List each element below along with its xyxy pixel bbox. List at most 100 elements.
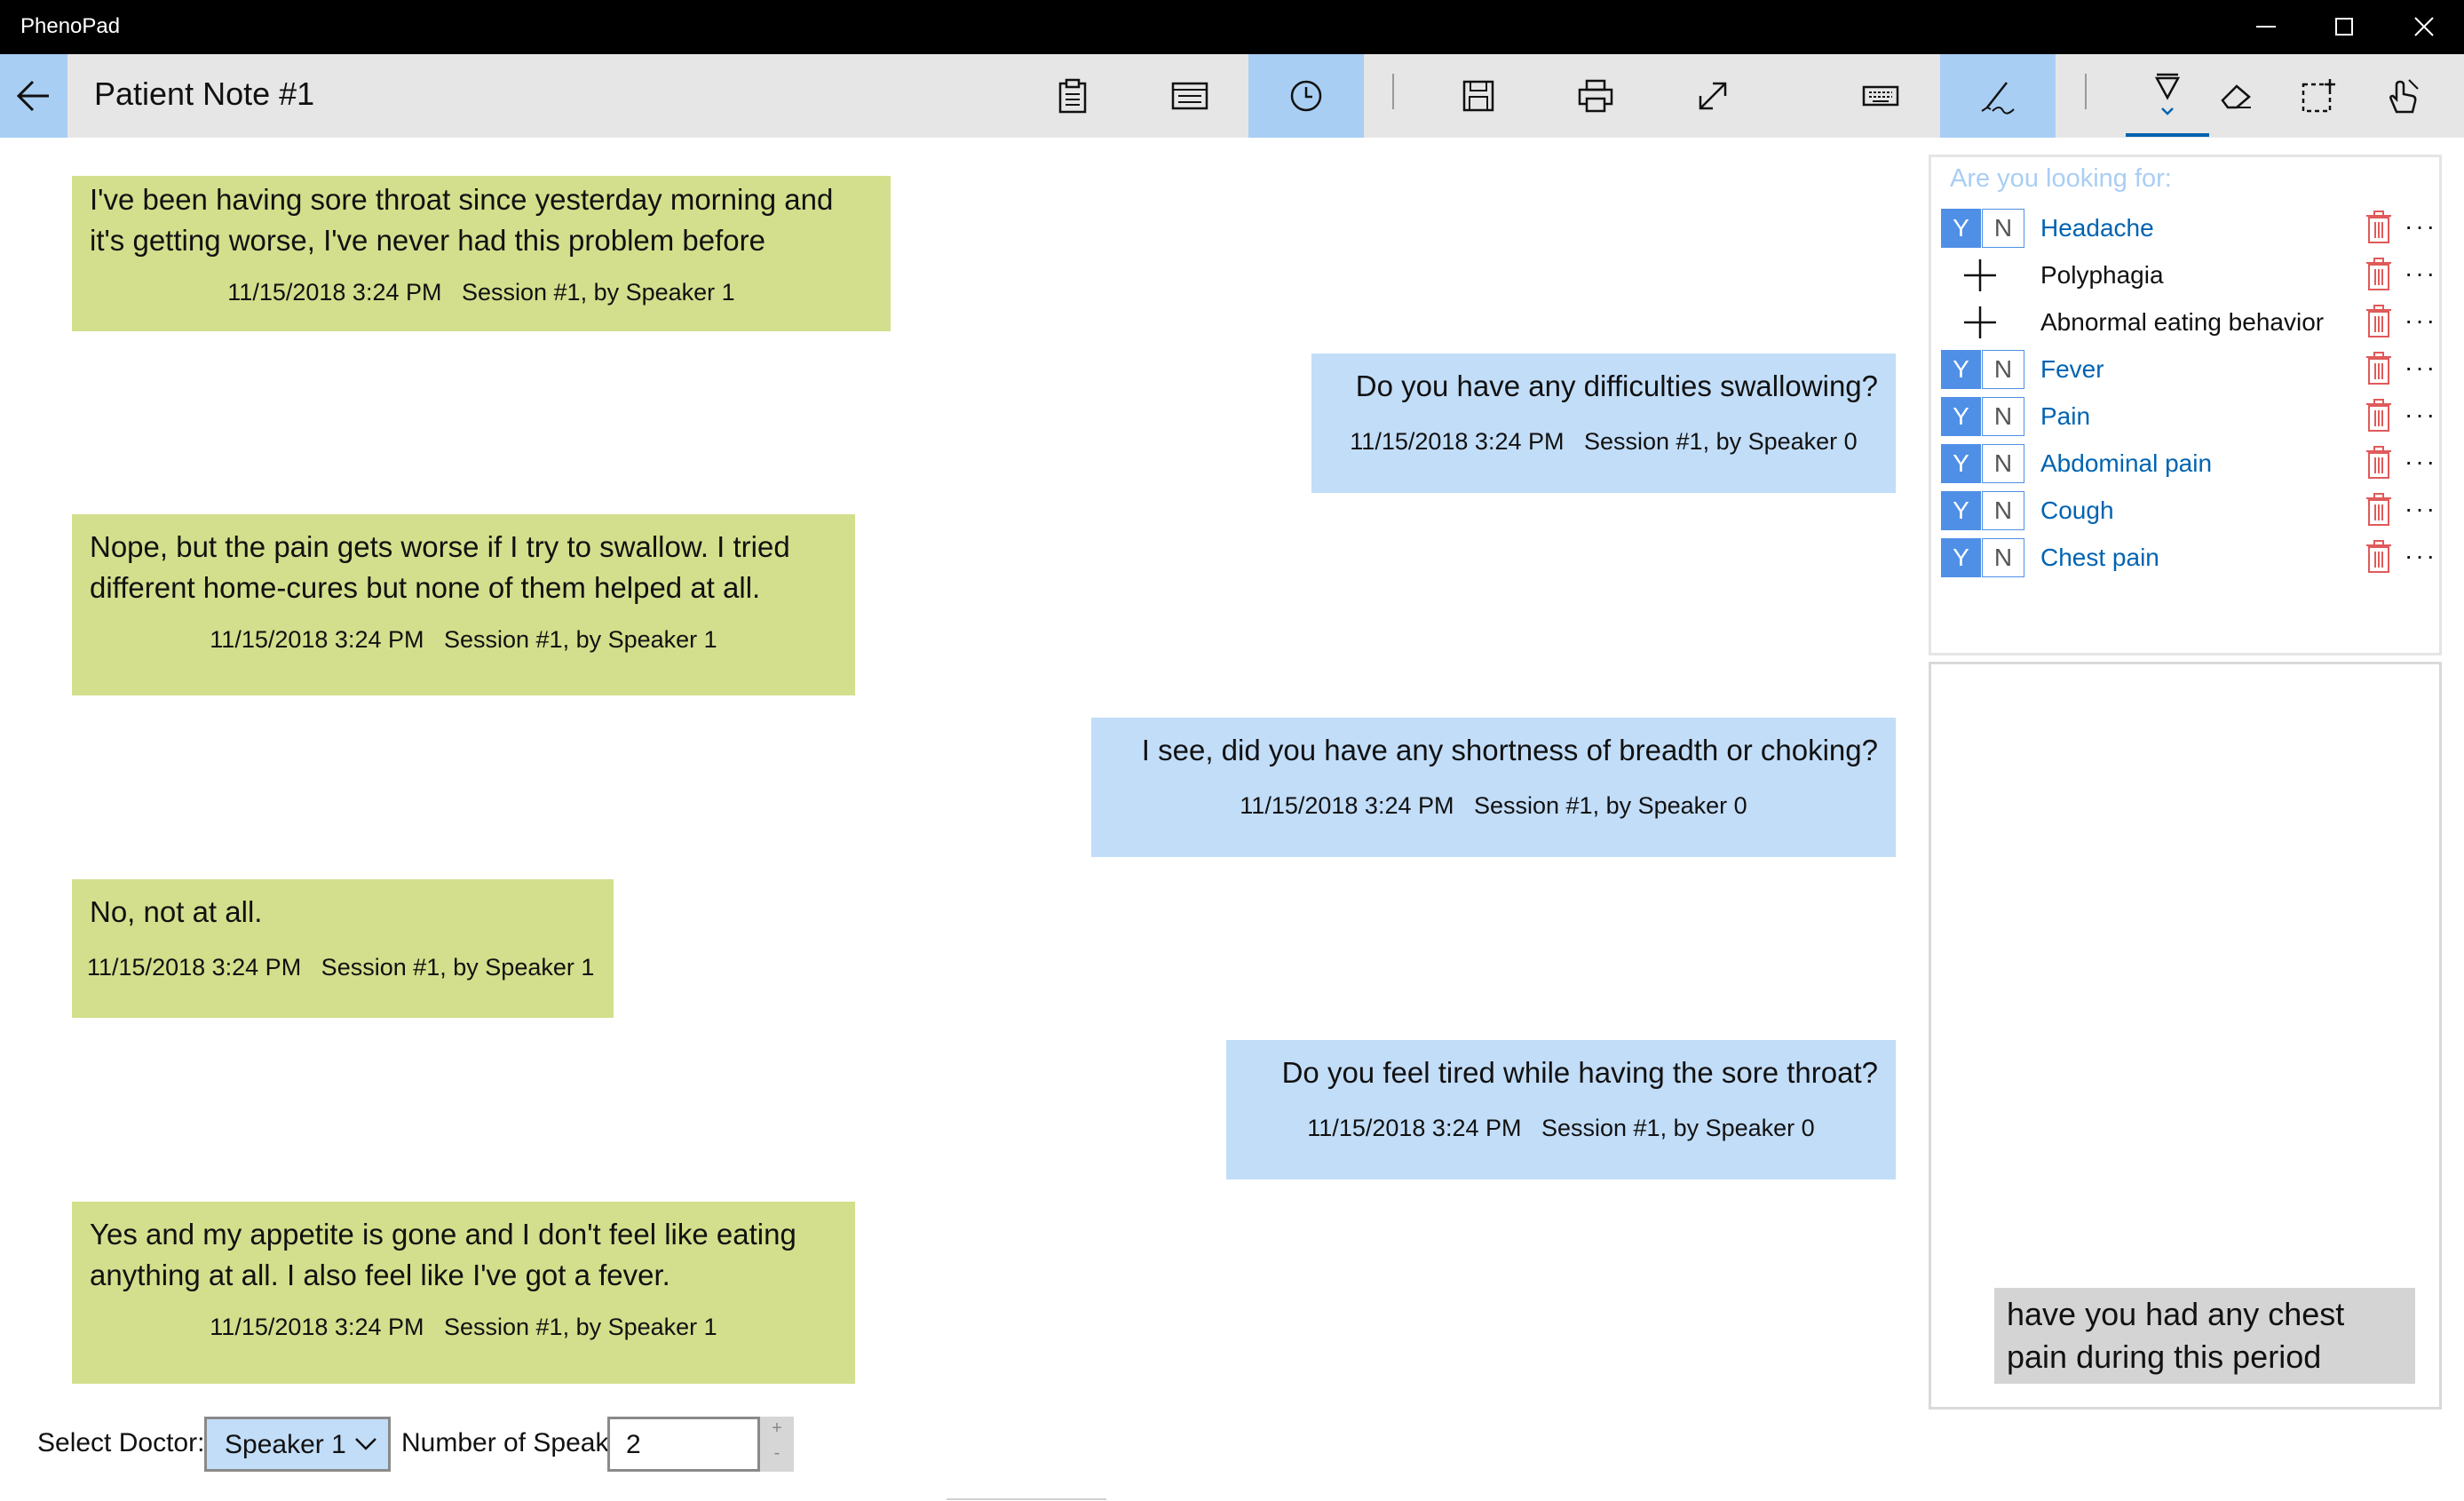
message-text: Yes and my appetite is gone and I don't … (90, 1218, 796, 1291)
phenotype-label[interactable]: Polyphagia (2040, 261, 2164, 290)
print-icon (1578, 79, 1613, 113)
more-options-icon[interactable]: ··· (2405, 401, 2437, 429)
more-options-icon[interactable]: ··· (2405, 353, 2437, 382)
command-bar: Patient Note #1 (0, 54, 2464, 138)
scroll-indicator (947, 1498, 1106, 1500)
phenotype-label[interactable]: Abnormal eating behavior (2040, 308, 2324, 337)
yes-toggle[interactable]: Y (1941, 209, 1981, 248)
more-options-icon[interactable]: ··· (2405, 448, 2437, 476)
close-icon (2414, 17, 2434, 36)
phenotype-row: Y N Cough ··· (1941, 491, 2438, 534)
clock-icon (1290, 80, 1322, 112)
trash-icon[interactable] (2365, 540, 2392, 574)
yes-toggle[interactable]: Y (1941, 397, 1981, 436)
question-suggestion[interactable]: have you had any chest pain during this … (1994, 1288, 2415, 1384)
window-title-bar: PhenoPad (0, 0, 2464, 54)
patient-message: No, not at all. 11/15/2018 3:24 PM Sessi… (72, 879, 614, 1018)
doctor-message: I see, did you have any shortness of bre… (1091, 718, 1896, 857)
message-meta: 11/15/2018 3:24 PM Session #1, by Speake… (210, 1314, 717, 1340)
dropdown-value: Speaker 1 (225, 1430, 346, 1459)
more-options-icon[interactable]: ··· (2405, 212, 2437, 241)
phenotype-suggestion-panel: Are you looking for: Y N Headache ··· Po… (1929, 155, 2442, 655)
phenotype-label[interactable]: Chest pain (2040, 544, 2159, 572)
add-icon[interactable] (1962, 305, 1998, 340)
handwriting-icon (1981, 82, 2015, 115)
phenotype-label[interactable]: Abdominal pain (2040, 449, 2212, 478)
keyboard-button[interactable] (1823, 54, 1938, 138)
save-icon (1462, 80, 1494, 112)
no-toggle[interactable]: N (1982, 491, 2024, 530)
phenotype-label[interactable]: Pain (2040, 402, 2090, 431)
phenotype-row: Y N Chest pain ··· (1941, 538, 2438, 581)
keyboard-notes-button[interactable] (1132, 54, 1248, 138)
more-options-icon[interactable]: ··· (2405, 259, 2437, 288)
history-button[interactable] (1248, 54, 1364, 138)
yes-toggle[interactable]: Y (1941, 538, 1981, 577)
no-toggle[interactable]: N (1982, 350, 2024, 389)
doctor-message: Do you have any difficulties swallowing?… (1311, 353, 1896, 493)
yes-toggle[interactable]: Y (1941, 444, 1981, 483)
no-toggle[interactable]: N (1982, 397, 2024, 436)
no-toggle[interactable]: N (1982, 444, 2024, 483)
stepper-increment-icon[interactable]: + (760, 1418, 794, 1439)
trash-icon[interactable] (2365, 352, 2392, 385)
trash-icon[interactable] (2365, 493, 2392, 527)
yn-toggle: Y N (1941, 209, 2024, 248)
message-meta: 11/15/2018 3:24 PM Session #1, by Speake… (210, 626, 717, 653)
handwriting-button[interactable] (1940, 54, 2056, 138)
yes-toggle[interactable]: Y (1941, 350, 1981, 389)
phenotype-label[interactable]: Cough (2040, 496, 2114, 525)
patient-message: Yes and my appetite is gone and I don't … (72, 1202, 855, 1384)
panel-heading: Are you looking for: (1950, 164, 2172, 193)
trash-icon[interactable] (2365, 446, 2392, 480)
clipboard-button[interactable] (1015, 54, 1130, 138)
message-text: I see, did you have any shortness of bre… (1141, 734, 1878, 766)
trash-icon[interactable] (2365, 210, 2392, 244)
save-button[interactable] (1421, 54, 1536, 138)
minimize-button[interactable] (2227, 0, 2305, 54)
more-options-icon[interactable]: ··· (2405, 306, 2437, 335)
toolbar-divider (2085, 74, 2087, 109)
more-options-icon[interactable]: ··· (2405, 542, 2437, 570)
message-meta: 11/15/2018 3:24 PM Session #1, by Speake… (1350, 428, 1858, 455)
back-arrow-icon (16, 80, 49, 112)
yes-toggle[interactable]: Y (1941, 491, 1981, 530)
eraser-icon (2221, 84, 2251, 109)
close-button[interactable] (2385, 0, 2463, 54)
keyboard-icon (1862, 85, 1899, 107)
keyboard-notes-icon (1171, 82, 1208, 110)
note-title: Patient Note #1 (94, 75, 315, 112)
no-toggle[interactable]: N (1982, 209, 2024, 248)
yn-toggle: Y N (1941, 491, 2024, 530)
trash-icon[interactable] (2365, 399, 2392, 433)
phenotype-label[interactable]: Fever (2040, 355, 2104, 384)
add-icon[interactable] (1962, 258, 1998, 293)
expand-button[interactable] (1655, 54, 1771, 138)
toolbar-divider (1392, 74, 1394, 109)
message-text: Do you have any difficulties swallowing? (1355, 369, 1878, 402)
message-meta: 11/15/2018 3:24 PM Session #1, by Speake… (1307, 1115, 1815, 1141)
no-toggle[interactable]: N (1982, 538, 2024, 577)
phenotype-row: Y N Pain ··· (1941, 397, 2438, 440)
clipboard-icon (1058, 78, 1087, 114)
phenotype-row: Y N Headache ··· (1941, 209, 2438, 251)
number-of-speakers-input[interactable]: 2 (607, 1417, 760, 1472)
back-button[interactable] (0, 54, 67, 138)
speakers-stepper[interactable]: + - (760, 1417, 794, 1472)
message-meta: 11/15/2018 3:24 PM Session #1, by Speake… (227, 279, 735, 306)
phenotype-label[interactable]: Headache (2040, 214, 2154, 242)
message-meta: 11/15/2018 3:24 PM Session #1, by Speake… (1240, 792, 1747, 819)
print-button[interactable] (1538, 54, 1653, 138)
trash-icon[interactable] (2365, 305, 2392, 338)
maximize-icon (2335, 18, 2353, 36)
yn-toggle: Y N (1941, 350, 2024, 389)
patient-message: I've been having sore throat since yeste… (72, 176, 891, 331)
doctor-speaker-dropdown[interactable]: Speaker 1 (204, 1417, 391, 1472)
trash-icon[interactable] (2365, 258, 2392, 291)
more-options-icon[interactable]: ··· (2405, 495, 2437, 523)
touch-writing-button[interactable] (2344, 54, 2460, 138)
minimize-icon (2256, 26, 2276, 28)
maximize-button[interactable] (2305, 0, 2383, 54)
message-text: Nope, but the pain gets worse if I try t… (90, 530, 790, 604)
stepper-decrement-icon[interactable]: - (760, 1443, 794, 1464)
